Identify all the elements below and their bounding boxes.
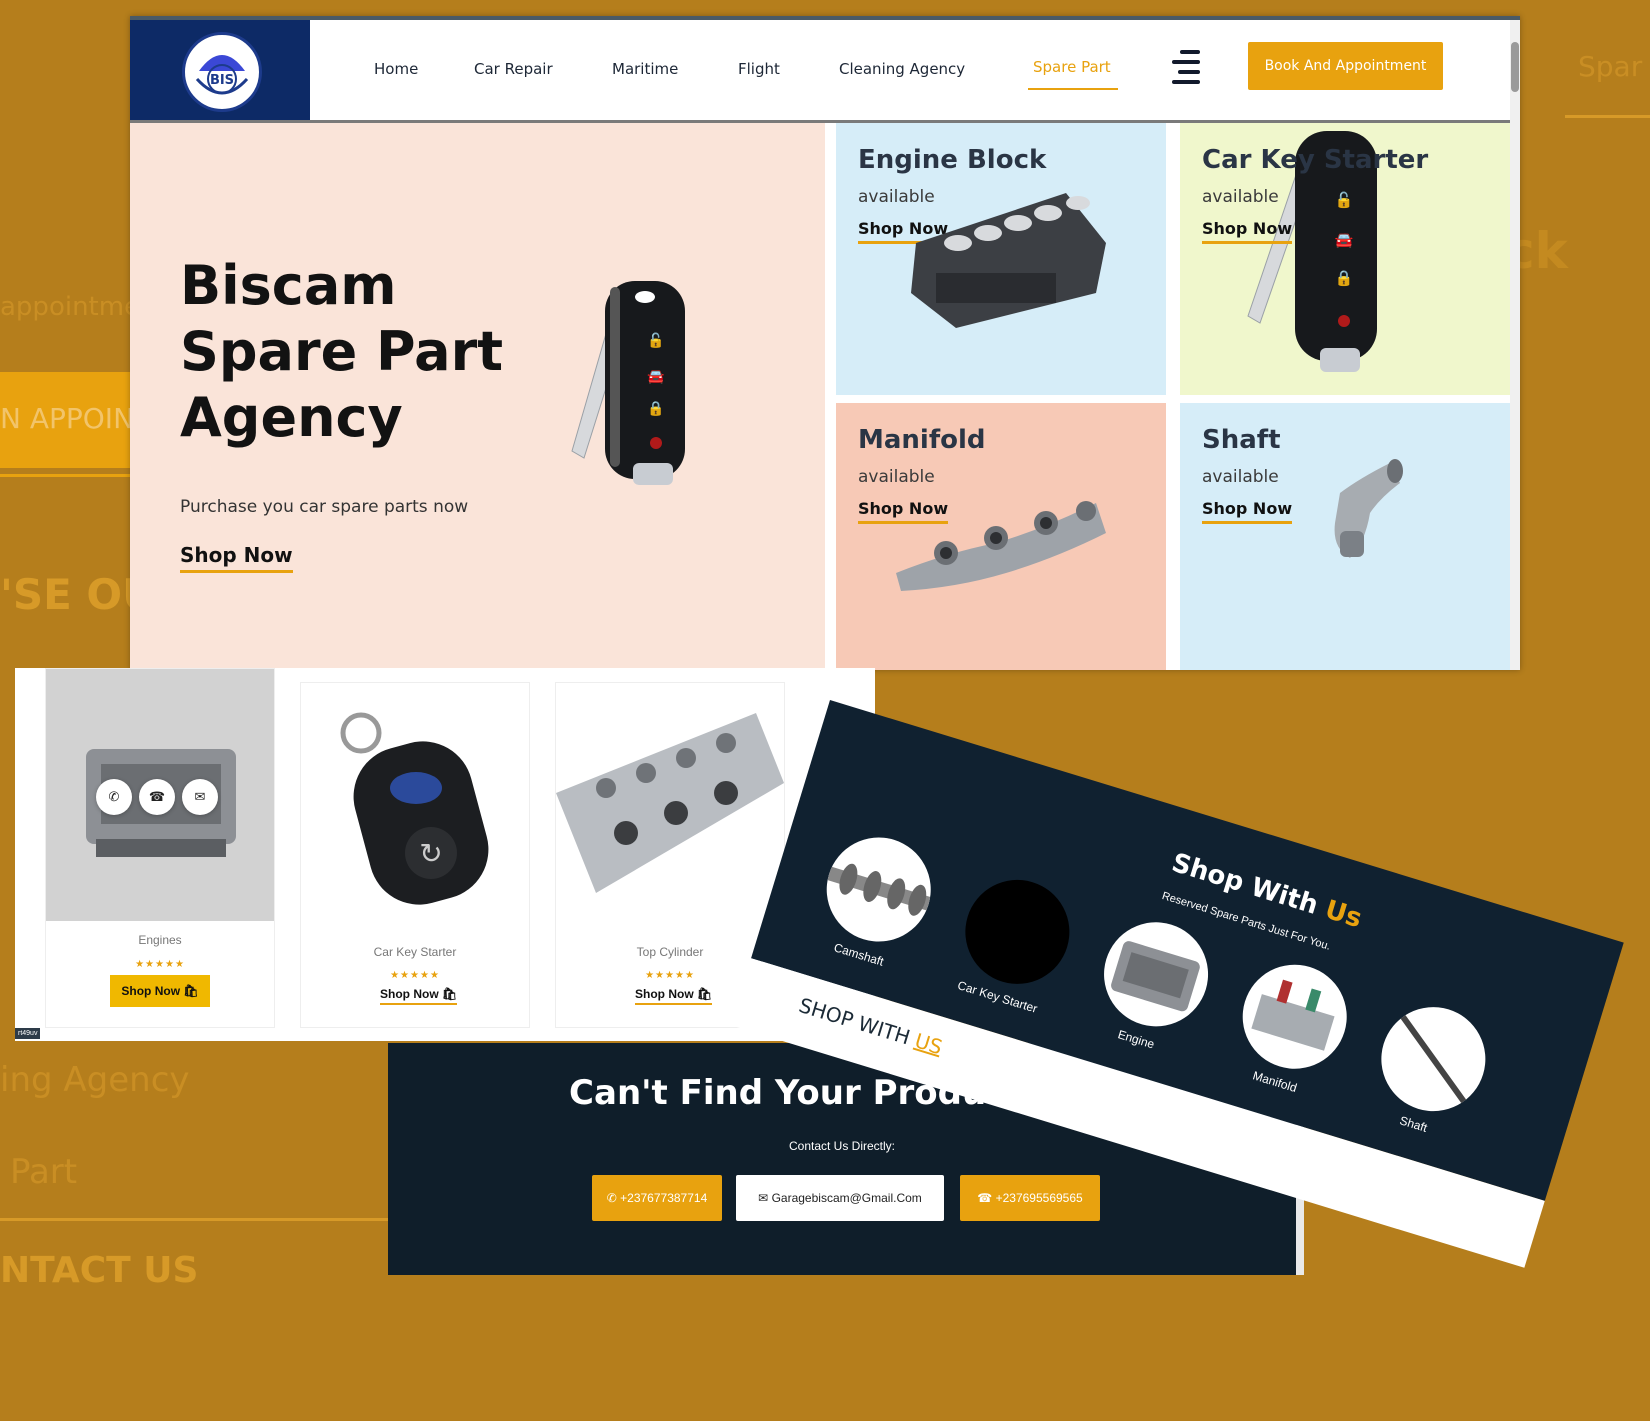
bg-appointment-button-text: N APPOINT	[0, 402, 152, 435]
engine-block-image	[911, 193, 1106, 328]
footer-accent: US	[912, 1028, 946, 1060]
whatsapp-number: +237677387714	[620, 1191, 708, 1205]
whatsapp-icon: ✆	[606, 1191, 617, 1205]
engine-circle[interactable]	[1091, 909, 1221, 1040]
svg-text:↻: ↻	[419, 838, 442, 869]
product-shop-now-link[interactable]: Shop Now 🛍	[380, 987, 458, 1005]
bg-contact-text: NTACT US	[0, 1250, 199, 1291]
bg-right-divider	[1565, 115, 1650, 118]
tile-shop-now-link[interactable]: Shop Now	[1202, 499, 1293, 524]
camshaft-circle[interactable]	[813, 824, 944, 955]
manifold-circle[interactable]	[1229, 951, 1360, 1082]
page-scrollbar[interactable]	[1510, 20, 1520, 670]
tile-manifold[interactable]: Manifold available Shop Now	[836, 403, 1166, 670]
link-label: Shop Now	[635, 987, 694, 1001]
tile-title: Car Key Starter	[1202, 145, 1429, 175]
engine-icon	[1111, 941, 1200, 1012]
svg-text:🔓: 🔓	[1335, 191, 1354, 209]
bg-divider-2	[0, 1218, 388, 1221]
bg-right-spare-text: Spar	[1578, 50, 1643, 83]
email-icon-button[interactable]: ✉	[182, 779, 218, 815]
shop-with-us-section: Shop With Us Reserved Spare Parts Just F…	[684, 700, 1624, 1421]
nav-active-underline	[1028, 88, 1118, 90]
phone-icon-button[interactable]: ☎	[139, 779, 175, 815]
svg-text:🚘: 🚘	[647, 368, 665, 385]
rating-stars: ★★★★★	[135, 959, 185, 970]
svg-text:🔒: 🔒	[1335, 270, 1354, 287]
tile-title: Manifold	[858, 425, 986, 455]
nav-spare-part[interactable]: Spare Part	[1033, 58, 1111, 76]
camshaft-icon	[827, 863, 931, 916]
hero-subtitle: Purchase you car spare parts now	[180, 497, 469, 517]
rating-stars: ★★★★★	[390, 970, 440, 981]
product-shop-now-button[interactable]: Shop Now 🛍	[110, 975, 210, 1007]
nav-maritime[interactable]: Maritime	[612, 60, 678, 78]
product-tag: rt49uv	[15, 1028, 41, 1039]
bag-icon: 🛍	[442, 987, 458, 1001]
product-shop-now-link[interactable]: Shop Now 🛍	[635, 987, 713, 1005]
nav-flight[interactable]: Flight	[738, 60, 780, 78]
bg-divider	[0, 474, 135, 477]
car-key-starter-image: ↻	[340, 712, 489, 905]
tile-status: available	[1202, 187, 1279, 207]
link-label: Shop Now	[380, 987, 439, 1001]
spare-part-page-card: BIS Home Car Repair Maritime Flight Clea…	[130, 16, 1520, 670]
tile-status: available	[1202, 467, 1279, 487]
hero-title-line1: Biscam	[180, 254, 397, 317]
tile-title: Shaft	[1202, 425, 1281, 455]
book-appointment-button[interactable]: Book And Appointment	[1248, 42, 1443, 90]
product-card-engines[interactable]: ✆ ☎ ✉ Engines ★★★★★ Shop Now 🛍	[45, 668, 275, 1028]
car-key-fob-image: 🔓 🚘 🔒	[571, 281, 685, 485]
button-label: Shop Now	[121, 984, 181, 998]
menu-icon[interactable]	[1170, 50, 1200, 84]
shaft-circle[interactable]	[1368, 994, 1499, 1125]
bag-icon: 🛍	[697, 987, 713, 1001]
hero-title: Biscam Spare Part Agency	[180, 253, 503, 451]
bag-icon: 🛍	[183, 984, 199, 998]
product-card-car-key-starter[interactable]: ↻ Car Key Starter ★★★★★ Shop Now 🛍	[300, 682, 530, 1028]
product-image	[556, 683, 784, 933]
logo-text: BIS	[210, 73, 234, 88]
scrollbar-thumb[interactable]	[1511, 42, 1519, 92]
product-name: Top Cylinder	[636, 945, 704, 959]
manifold-icon	[1251, 979, 1335, 1051]
nav-home[interactable]: Home	[374, 60, 418, 78]
top-cylinder-image	[556, 713, 784, 893]
hero-title-line2: Spare Part	[180, 320, 504, 383]
product-name: Car Key Starter	[373, 945, 457, 959]
logo-icon: BIS	[195, 55, 249, 95]
bg-cleaning-text: ing Agency	[0, 1060, 190, 1100]
nav-cleaning-agency[interactable]: Cleaning Agency	[839, 60, 965, 78]
title-accent: Us	[1321, 894, 1366, 935]
bg-sparepart-text: Part	[10, 1152, 78, 1192]
product-image: ↻	[301, 683, 529, 933]
tile-title: Engine Block	[858, 145, 1047, 175]
manifold-image	[896, 501, 1106, 591]
svg-text:🚘: 🚘	[1335, 232, 1354, 249]
bg-appointment-text: appointme	[0, 292, 141, 322]
tile-engine-block[interactable]: Engine Block available Shop Now	[836, 123, 1166, 395]
title-main: Shop With	[1168, 847, 1331, 924]
shaft-icon	[1400, 1014, 1467, 1104]
tile-shaft[interactable]: Shaft available Shop Now	[1180, 403, 1510, 670]
tile-shop-now-link[interactable]: Shop Now	[1202, 219, 1293, 244]
product-name: Engines	[138, 933, 182, 947]
svg-text:🔓: 🔓	[647, 332, 664, 349]
shaft-image	[1334, 459, 1403, 558]
svg-text:🔒: 🔒	[647, 400, 664, 417]
hero-title-line3: Agency	[180, 386, 403, 449]
product-image: ✆ ☎ ✉	[46, 669, 274, 921]
whatsapp-icon-button[interactable]: ✆	[96, 779, 132, 815]
tile-car-key-starter[interactable]: 🔓 🚘 🔒 Car Key Starter available Shop Now	[1180, 123, 1510, 395]
hero-section: Biscam Spare Part Agency Purchase you ca…	[130, 123, 825, 670]
car-key-starter-circle[interactable]	[952, 866, 1083, 997]
logo[interactable]: BIS	[182, 32, 262, 112]
nav-car-repair[interactable]: Car Repair	[474, 60, 553, 78]
logo-container[interactable]: BIS	[130, 20, 310, 120]
hero-shop-now-link[interactable]: Shop Now	[180, 543, 293, 573]
navbar: BIS Home Car Repair Maritime Flight Clea…	[130, 20, 1510, 123]
